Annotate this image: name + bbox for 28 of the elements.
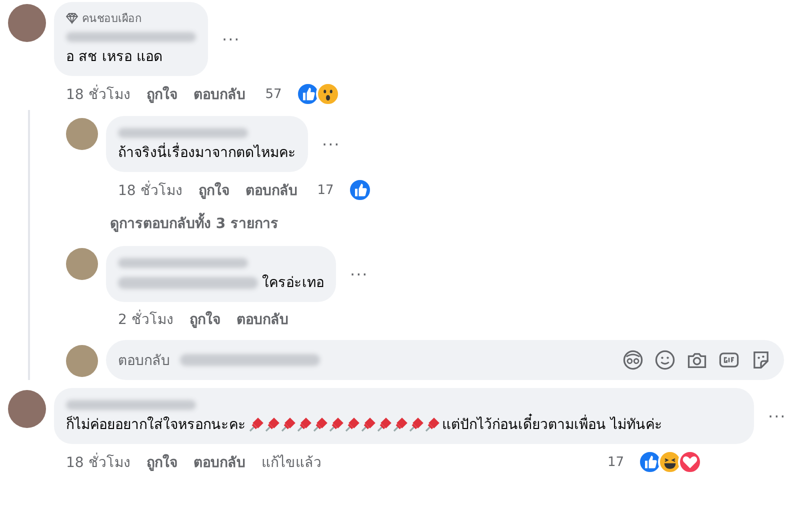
- more-options-icon[interactable]: ···: [222, 30, 240, 48]
- more-options-icon[interactable]: ···: [350, 264, 368, 284]
- comment-text: อ สช เหรอ แอด: [66, 48, 162, 67]
- view-replies-link[interactable]: ดูการตอบกลับทั้ง 3 รายการ: [106, 206, 800, 240]
- timestamp[interactable]: 18 ชั่วโมง: [118, 179, 182, 201]
- comment-text: แต่ปักไว้ก่อนเดี๋ยวตามเพื่อน ไม่ทันค่ะ: [442, 414, 662, 436]
- like-link[interactable]: ถูกใจ: [146, 83, 178, 105]
- comment-text: ก็ไม่ค่อยอยากใส่ใจหรอกนะคะ: [66, 414, 246, 435]
- reaction-count[interactable]: 17: [317, 182, 334, 198]
- edited-label: แก้ไขแล้ว: [261, 454, 322, 473]
- like-link[interactable]: ถูกใจ: [198, 179, 230, 201]
- comment-text: ใครอ่ะเทอ: [262, 274, 324, 293]
- timestamp[interactable]: 18 ชั่วโมง: [66, 83, 130, 105]
- more-options-icon[interactable]: ···: [768, 406, 786, 426]
- like-link[interactable]: ถูกใจ: [189, 308, 220, 330]
- more-options-icon[interactable]: ···: [322, 134, 340, 154]
- reply-link[interactable]: ตอบกลับ: [236, 308, 288, 330]
- like-link[interactable]: ถูกใจ: [146, 451, 178, 473]
- reply-input[interactable]: ตอบกลับ: [106, 340, 784, 380]
- reaction-count[interactable]: 17: [607, 454, 624, 470]
- timestamp[interactable]: 2 ชั่วโมง: [118, 308, 174, 330]
- reply-link[interactable]: ตอบกลับ: [193, 451, 246, 473]
- reply-link[interactable]: ตอบกลับ: [245, 179, 298, 201]
- comment-text: ถ้าจริงนี่เรื่องมาจากตดไหมคะ: [118, 142, 296, 164]
- fan-label: คนชอบเผือก: [82, 11, 142, 27]
- timestamp[interactable]: 18 ชั่วโมง: [66, 451, 130, 473]
- reply-link[interactable]: ตอบกลับ: [193, 83, 246, 105]
- reaction-count[interactable]: 57: [265, 86, 282, 102]
